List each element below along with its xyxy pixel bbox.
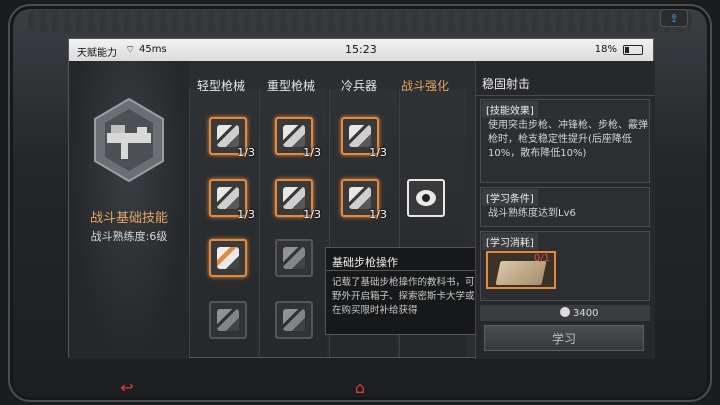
skill-detail-panel: 稳固射击 [技能效果] 使用突击步枪、冲锋枪、步枪、霰弹枪时，枪支稳定性提升(后… [475,61,655,359]
gold-cost: 3400 [560,307,598,319]
node-count: 1/3 [369,146,387,159]
skill-node-heavy-3[interactable] [275,239,313,277]
node-count: 1/3 [303,146,321,159]
home-icon[interactable]: ⌂ [345,378,375,397]
ping-value: 45ms [139,44,167,55]
skill-node-steady-shot[interactable] [209,239,247,277]
skill-node-melee-1[interactable]: 1/3 [341,117,387,159]
effect-text: 使用突击步枪、冲锋枪、步枪、霰弹枪时，枪支稳定性提升(后座降低10%，散布降低1… [488,120,648,159]
node-count: 1/3 [303,208,321,221]
textbook-icon [495,261,547,285]
blade-skill-icon [349,187,371,209]
locked-skill-icon [283,247,305,269]
wifi-icon: ⌔ [125,43,136,56]
gold-coin-icon [560,307,570,317]
status-bar: 天赋能力 ⌔ 45ms 15:23 18% [69,39,653,61]
condition-text: 战斗熟练度达到Lv6 [488,208,576,219]
item-tooltip: 基础步枪操作 记载了基础步枪操作的教科书，可在野外开启箱子、探索密斯卡大学或者在… [325,247,487,335]
combat-emblem-icon [94,97,164,183]
skill-node-light-4[interactable] [209,301,247,339]
skill-name: 战斗基础技能 [89,211,168,226]
required-item-textbook[interactable]: 0/1 [486,251,556,289]
clock: 15:23 [345,43,377,56]
tab-combat-boost[interactable]: 战斗强化 [401,77,449,94]
tooltip-description: 记载了基础步枪操作的教科书，可在野外开启箱子、探索密斯卡大学或者在购买限时补给获… [332,277,485,316]
tab-melee[interactable]: 冷兵器 [341,77,377,94]
battery-percent: 18% [594,44,617,55]
skill-node-melee-2[interactable]: 1/3 [341,179,387,221]
steady-shot-icon [217,247,239,269]
ammo-skill-icon [217,187,239,209]
skill-node-eye[interactable] [407,179,445,217]
tab-heavy-guns[interactable]: 重型枪械 [267,77,315,94]
skill-screen: 天赋能力 ⌔ 45ms 15:23 18% 战斗基础技能 战斗熟练度:6级 轻型… [68,38,655,359]
battery-icon [623,45,643,55]
detail-title: 稳固射击 [482,77,531,91]
tooltip-title: 基础步枪操作 [332,256,398,269]
node-count: 1/3 [237,208,255,221]
carrier-label: 天赋能力 [77,48,117,59]
locked-skill-icon [283,309,305,331]
skill-node-light-2[interactable]: 1/3 [209,179,255,221]
node-count: 1/3 [369,208,387,221]
gold-cost-value: 3400 [573,308,599,319]
skill-node-heavy-2[interactable]: 1/3 [275,179,321,221]
upload-icon[interactable]: ⇪ [660,9,688,27]
skill-node-heavy-4[interactable] [275,301,313,339]
skill-node-rifle-basics[interactable]: 1/3 [209,117,255,159]
item-quantity: 0/1 [533,253,550,264]
skill-level: 战斗熟练度:6级 [90,230,168,243]
cost-header: [学习消耗] [482,233,538,250]
tooltip-divider [326,270,486,271]
eye-icon [416,190,436,206]
locked-skill-icon [217,309,239,331]
learn-button[interactable]: 学习 [484,325,644,351]
condition-header: [学习条件] [482,189,538,206]
gold-cost-bar: 3400 [480,305,650,321]
rifle-skill-icon [217,125,239,147]
tab-light-guns[interactable]: 轻型枪械 [197,77,245,94]
heavy-gun-skill-icon [283,125,305,147]
effect-header: [技能效果] [482,101,538,118]
skill-node-heavy-1[interactable]: 1/3 [275,117,321,159]
detail-divider [476,95,655,96]
node-count: 1/3 [237,146,255,159]
heavy-ammo-skill-icon [283,187,305,209]
melee-skill-icon [349,125,371,147]
skill-summary-panel: 战斗基础技能 战斗熟练度:6级 [69,61,189,359]
category-tabs: 轻型枪械 重型枪械 冷兵器 战斗强化 [189,61,459,93]
back-icon[interactable]: ↩ [112,378,142,397]
